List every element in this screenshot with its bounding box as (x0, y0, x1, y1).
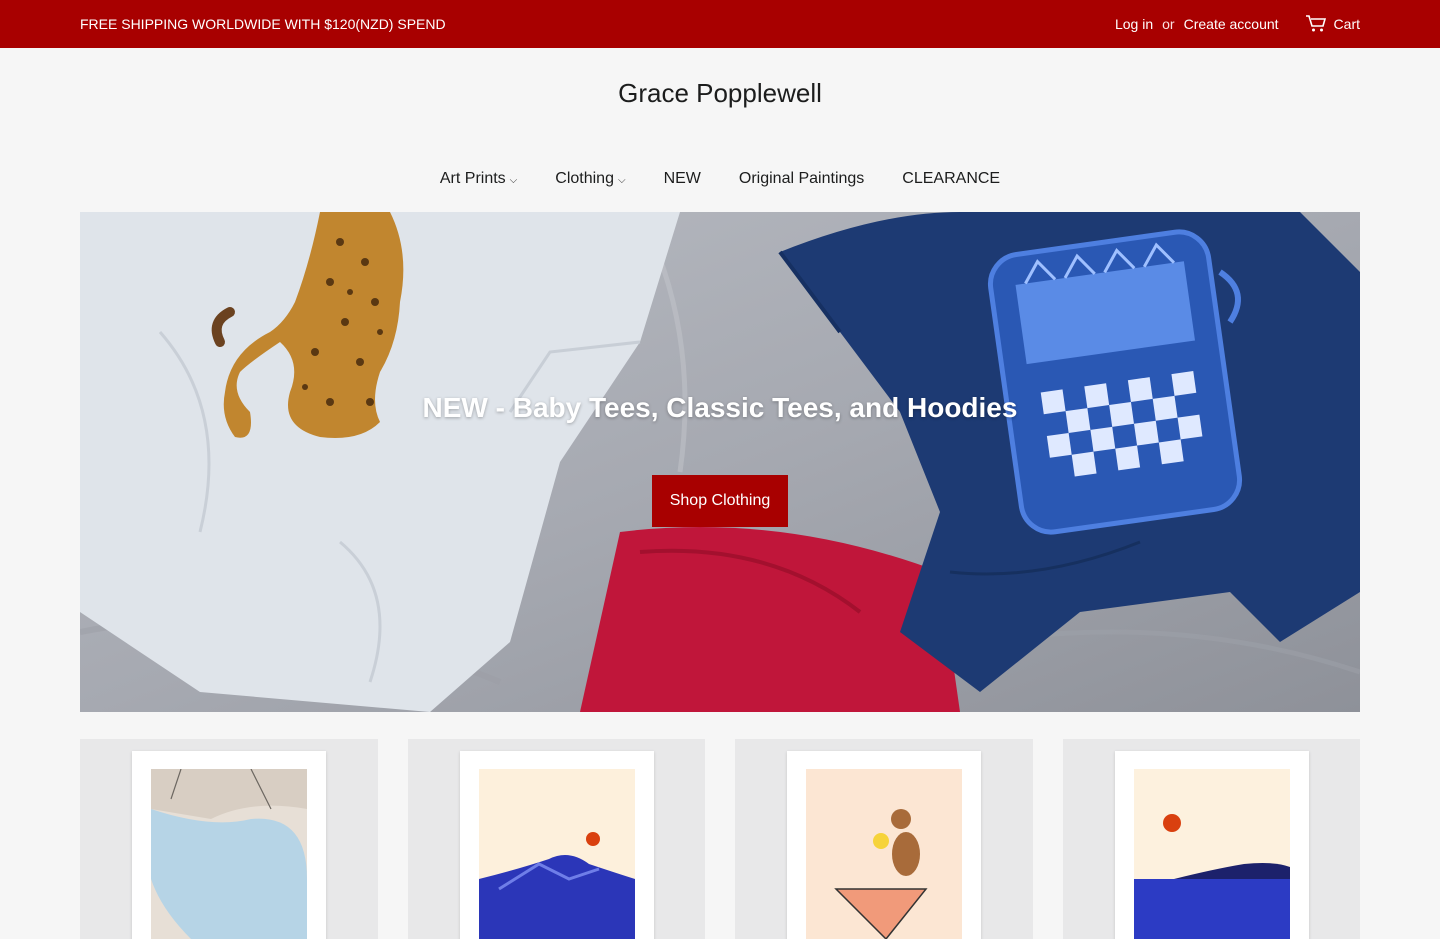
nav-item-clothing[interactable]: Clothing ⌵ (536, 170, 644, 208)
blue-mountain-sun-print (478, 769, 635, 939)
nav-item-original-paintings[interactable]: Original Paintings (720, 170, 883, 208)
sardine-tin-illustration (987, 229, 1243, 535)
monkey-cocktail-print (806, 769, 962, 939)
nav-label: Art Prints (439, 170, 506, 187)
nav-item-new[interactable]: NEW (645, 170, 720, 208)
pool-scene-print (151, 769, 307, 939)
hero-title: NEW - Baby Tees, Classic Tees, and Hoodi… (422, 392, 1018, 423)
or-separator: or (1162, 16, 1175, 32)
shop-clothing-button[interactable]: Shop Clothing (652, 475, 788, 527)
store-logo[interactable]: Grace Popplewell (618, 78, 822, 108)
hero-image (80, 212, 1360, 712)
chevron-down-icon: ⌵ (617, 175, 626, 186)
site-header: Grace Popplewell (0, 48, 1440, 174)
shipping-announcement: FREE SHIPPING WORLDWIDE WITH $120(NZD) S… (80, 16, 446, 32)
product-card[interactable] (735, 739, 1033, 939)
nav-label: NEW (663, 170, 701, 187)
product-card[interactable] (80, 739, 378, 939)
sea-island-sun-print (1133, 769, 1290, 939)
cart-link[interactable]: Cart (1305, 15, 1360, 33)
product-grid (80, 739, 1360, 939)
cart-icon (1305, 15, 1326, 32)
main-nav: Art Prints ⌵ Clothing ⌵ NEW Original Pai… (0, 170, 1440, 208)
login-link[interactable]: Log in (1115, 16, 1153, 32)
nav-label: Clothing (555, 170, 614, 187)
create-account-link[interactable]: Create account (1184, 16, 1279, 32)
product-card[interactable] (407, 739, 705, 939)
hero-banner: NEW - Baby Tees, Classic Tees, and Hoodi… (80, 212, 1360, 712)
nav-label: Original Paintings (738, 170, 865, 187)
nav-item-art-prints[interactable]: Art Prints ⌵ (421, 170, 536, 208)
announcement-bar: FREE SHIPPING WORLDWIDE WITH $120(NZD) S… (0, 0, 1440, 48)
account-links: Log in or Create account Cart (1115, 15, 1360, 33)
chevron-down-icon: ⌵ (509, 175, 518, 186)
nav-label: CLEARANCE (902, 170, 1001, 187)
cart-label: Cart (1333, 16, 1360, 32)
nav-item-clearance[interactable]: CLEARANCE (883, 170, 1019, 208)
product-card[interactable] (1062, 739, 1360, 939)
